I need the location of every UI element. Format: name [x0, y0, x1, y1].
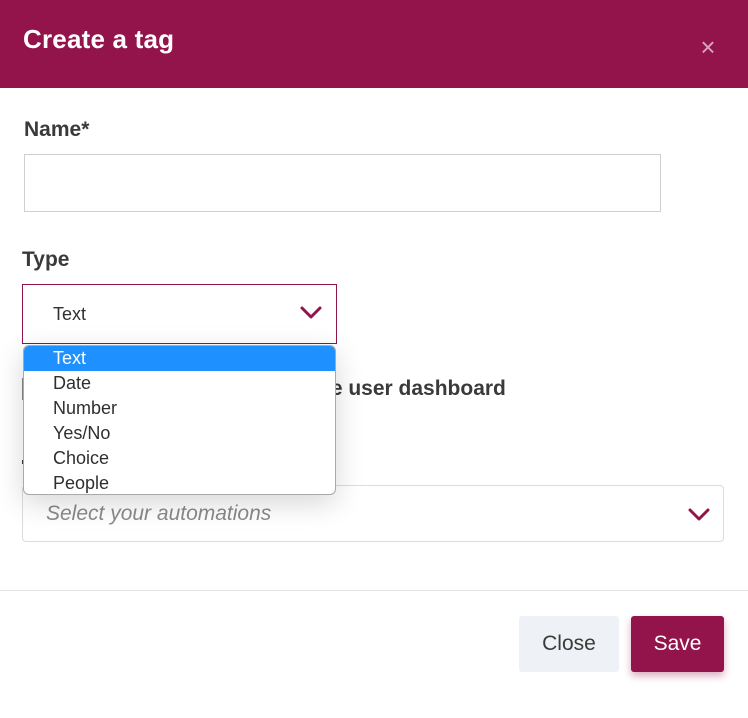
modal-header: Create a tag ×	[0, 0, 748, 88]
chevron-down-icon	[300, 306, 322, 319]
type-option-people[interactable]: People	[24, 471, 335, 494]
create-tag-modal: Create a tag × Name* Type Text he user d…	[0, 0, 748, 718]
close-icon[interactable]: ×	[694, 33, 722, 61]
close-button[interactable]: Close	[519, 616, 619, 672]
footer-divider	[0, 590, 748, 591]
type-option-number[interactable]: Number	[24, 396, 335, 421]
type-option-date[interactable]: Date	[24, 371, 335, 396]
type-option-choice[interactable]: Choice	[24, 446, 335, 471]
chevron-down-icon	[688, 508, 710, 521]
type-label: Type	[22, 248, 70, 271]
type-select[interactable]: Text	[22, 284, 337, 344]
save-button[interactable]: Save	[631, 616, 724, 672]
type-select-value: Text	[53, 304, 87, 324]
modal-title: Create a tag	[23, 24, 175, 54]
type-option-text[interactable]: Text	[24, 346, 335, 371]
type-option-yes-no[interactable]: Yes/No	[24, 421, 335, 446]
type-dropdown-list: Text Date Number Yes/No Choice People	[23, 345, 336, 495]
name-label: Name*	[24, 118, 90, 141]
automations-placeholder: Select your automations	[46, 502, 272, 525]
name-input[interactable]	[24, 154, 661, 212]
dashboard-checkbox-label: he user dashboard	[318, 377, 506, 400]
